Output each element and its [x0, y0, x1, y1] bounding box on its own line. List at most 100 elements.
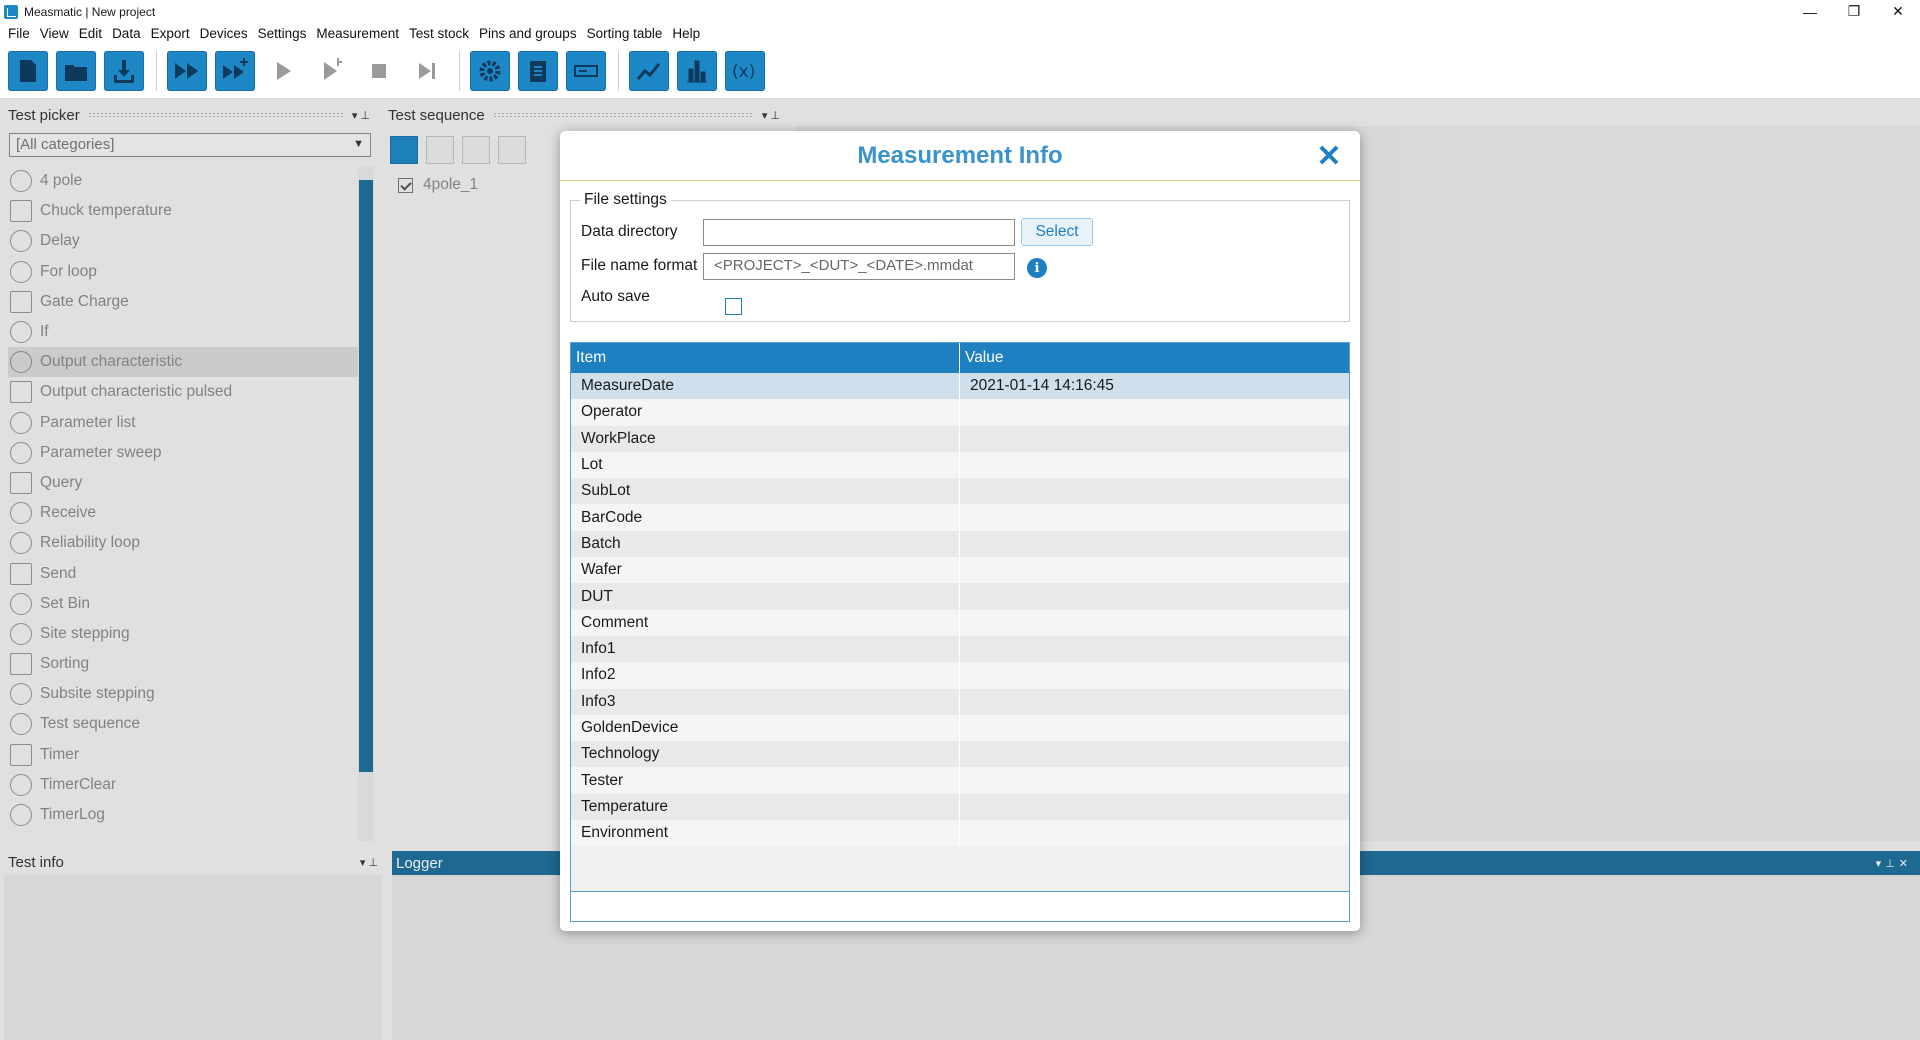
item-cell: Info3	[571, 688, 960, 715]
menu-settings[interactable]: Settings	[253, 26, 312, 41]
select-directory-button[interactable]: Select	[1021, 218, 1093, 246]
variables-button[interactable]: (x)	[725, 50, 765, 91]
table-row[interactable]: DUT	[571, 583, 1349, 610]
table-row[interactable]: Operator	[571, 399, 1349, 426]
menu-sorting-table[interactable]: Sorting table	[582, 26, 668, 41]
minimize-icon[interactable]: —	[1788, 0, 1832, 23]
panel-button[interactable]	[566, 50, 606, 91]
panel-icon	[574, 64, 598, 77]
table-row[interactable]: Comment	[571, 609, 1349, 636]
table-row[interactable]: Batch	[571, 530, 1349, 558]
item-cell: DUT	[571, 583, 960, 610]
new-file-button[interactable]	[8, 50, 48, 91]
table-row[interactable]: Temperature	[571, 793, 1349, 821]
table-row[interactable]: Wafer	[571, 557, 1349, 584]
clipboard-icon	[530, 60, 546, 82]
menu-data[interactable]: Data	[107, 26, 146, 41]
value-cell[interactable]	[960, 452, 1349, 478]
value-cell[interactable]	[960, 820, 1349, 846]
menu-help[interactable]: Help	[667, 26, 705, 41]
column-header-item[interactable]: Item	[571, 343, 960, 373]
restore-icon[interactable]: ❐	[1832, 0, 1876, 23]
bar-chart-button[interactable]	[677, 50, 717, 91]
table-row[interactable]: Info3	[571, 688, 1349, 715]
menu-view[interactable]: View	[35, 26, 74, 41]
table-row[interactable]: Technology	[571, 741, 1349, 768]
close-window-icon[interactable]: ✕	[1876, 0, 1920, 23]
value-cell[interactable]	[960, 610, 1349, 636]
table-row[interactable]: Lot	[571, 451, 1349, 479]
file-name-format-label: File name format	[581, 257, 698, 274]
table-row[interactable]: Environment	[571, 820, 1349, 847]
table-row[interactable]: SubLot	[571, 478, 1349, 505]
clipboard-button[interactable]	[518, 50, 558, 91]
stop-button[interactable]	[359, 51, 399, 91]
play-button[interactable]	[263, 51, 303, 91]
table-row[interactable]: MeasureDate 2021-01-14 14:16:45	[571, 373, 1349, 400]
value-cell[interactable]	[960, 794, 1349, 820]
file-name-format-input[interactable]: <PROJECT>_<DUT>_<DATE>.mmdat	[703, 253, 1015, 280]
data-directory-label: Data directory	[581, 223, 678, 240]
value-cell[interactable]	[960, 504, 1349, 530]
table-row[interactable]: Info2	[571, 662, 1349, 689]
value-cell[interactable]	[960, 741, 1349, 767]
run-all-button[interactable]	[167, 50, 207, 91]
line-chart-icon	[636, 62, 661, 80]
table-row[interactable]: WorkPlace	[571, 425, 1349, 452]
column-header-value[interactable]: Value	[960, 343, 1349, 373]
item-cell: Batch	[571, 530, 960, 558]
data-directory-input[interactable]	[703, 219, 1015, 246]
table-new-row[interactable]	[571, 891, 1349, 921]
line-chart-button[interactable]	[629, 50, 669, 91]
value-cell[interactable]	[960, 767, 1349, 793]
menu-pins-and-groups[interactable]: Pins and groups	[474, 26, 582, 41]
item-cell: Wafer	[571, 557, 960, 584]
step-play-icon	[324, 57, 342, 80]
skip-end-button[interactable]	[407, 51, 447, 91]
value-cell[interactable]	[960, 689, 1349, 715]
table-body: MeasureDate 2021-01-14 14:16:45 Operator Wo…	[571, 373, 1349, 847]
save-button[interactable]	[104, 50, 144, 91]
table-row[interactable]: GoldenDevice	[571, 714, 1349, 742]
value-cell[interactable]: 2021-01-14 14:16:45	[960, 373, 1349, 399]
menu-test-stock[interactable]: Test stock	[404, 26, 474, 41]
item-cell: WorkPlace	[571, 425, 960, 452]
value-cell[interactable]	[960, 636, 1349, 662]
run-all-plus-button[interactable]	[215, 50, 255, 91]
value-cell[interactable]	[960, 715, 1349, 741]
value-cell[interactable]	[960, 557, 1349, 583]
item-cell: Operator	[571, 399, 960, 426]
menu-file[interactable]: File	[3, 26, 35, 41]
value-cell[interactable]	[960, 583, 1349, 609]
menu-edit[interactable]: Edit	[74, 26, 107, 41]
value-cell[interactable]	[960, 426, 1349, 452]
close-icon[interactable]: ✕	[1314, 140, 1344, 173]
item-cell: GoldenDevice	[571, 714, 960, 742]
settings-button[interactable]	[470, 50, 510, 91]
table-header: Item Value	[571, 343, 1349, 373]
menu-devices[interactable]: Devices	[195, 26, 253, 41]
file-settings-group: File settings Data directory Select File…	[570, 191, 1350, 322]
table-row[interactable]: Info1	[571, 635, 1349, 663]
value-cell[interactable]	[960, 531, 1349, 557]
save-download-icon	[114, 59, 134, 83]
value-cell[interactable]	[960, 478, 1349, 504]
menu-export[interactable]: Export	[146, 26, 195, 41]
table-row[interactable]: BarCode	[571, 504, 1349, 531]
value-cell[interactable]	[960, 662, 1349, 688]
info-icon[interactable]: i	[1027, 258, 1047, 278]
item-cell: Comment	[571, 609, 960, 636]
open-button[interactable]	[56, 50, 96, 91]
item-cell: Info1	[571, 635, 960, 663]
step-button[interactable]	[311, 51, 351, 91]
item-cell: Tester	[571, 767, 960, 794]
dialog-title: Measurement Info	[560, 131, 1360, 181]
run-all-icon	[175, 62, 198, 79]
menu-measurement[interactable]: Measurement	[311, 26, 404, 41]
item-cell: Temperature	[571, 793, 960, 821]
table-row[interactable]: Tester	[571, 767, 1349, 794]
item-cell: Lot	[571, 451, 960, 479]
auto-save-checkbox[interactable]	[725, 298, 742, 315]
value-cell[interactable]	[960, 399, 1349, 425]
skip-end-icon	[419, 62, 435, 79]
